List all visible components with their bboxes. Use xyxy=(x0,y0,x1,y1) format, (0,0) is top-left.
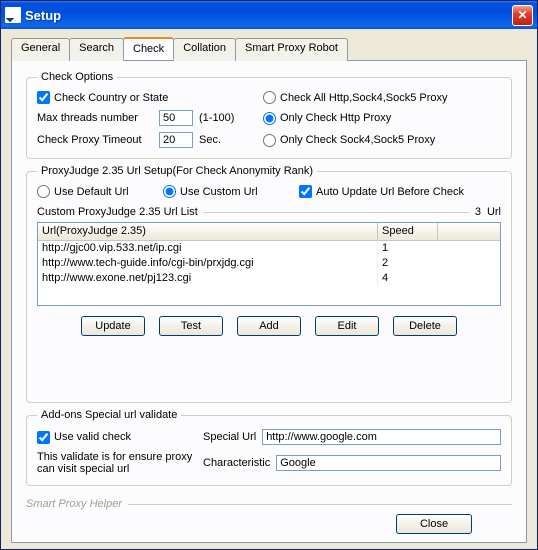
check-options-group: Check Options Check Country or State Che… xyxy=(26,71,512,159)
tab-search[interactable]: Search xyxy=(69,38,124,61)
url-button-row: Update Test Add Edit Delete xyxy=(37,316,501,336)
proxyjudge-group: ProxyJudge 2.35 Url Setup(For Check Anon… xyxy=(26,165,512,403)
check-country-input[interactable] xyxy=(37,91,50,104)
mode-http-input[interactable] xyxy=(263,112,276,125)
use-valid-label: Use valid check xyxy=(54,431,131,443)
timeout-unit: Sec. xyxy=(199,134,221,146)
add-button[interactable]: Add xyxy=(237,316,301,336)
cell-speed: 1 xyxy=(378,241,438,256)
url-listview[interactable]: Url(ProxyJudge 2.35) Speed http://gjc00.… xyxy=(37,222,501,306)
tab-general[interactable]: General xyxy=(11,38,70,61)
close-icon[interactable]: ✕ xyxy=(512,5,533,26)
use-default-input[interactable] xyxy=(37,185,50,198)
tab-check[interactable]: Check xyxy=(123,37,174,60)
client-area: General Search Check Collation Smart Pro… xyxy=(1,29,537,549)
cell-url: http://gjc00.vip.533.net/ip.cgi xyxy=(38,241,378,256)
tab-collation[interactable]: Collation xyxy=(173,38,236,61)
cell-url: http://www.exone.net/pj123.cgi xyxy=(38,271,378,286)
listview-header: Url(ProxyJudge 2.35) Speed xyxy=(38,223,500,241)
mode-all-label: Check All Http,Sock4,Sock5 Proxy xyxy=(280,92,448,104)
max-threads-range: (1-100) xyxy=(199,112,234,124)
window-title: Setup xyxy=(25,8,512,23)
app-icon xyxy=(5,7,21,23)
tab-bar: General Search Check Collation Smart Pro… xyxy=(11,37,527,60)
mode-http-radio[interactable]: Only Check Http Proxy xyxy=(263,112,391,125)
list-item[interactable]: http://www.tech-guide.info/cgi-bin/prxjd… xyxy=(38,256,500,271)
auto-update-checkbox[interactable]: Auto Update Url Before Check xyxy=(299,185,464,198)
use-custom-radio[interactable]: Use Custom Url xyxy=(163,185,293,198)
update-button[interactable]: Update xyxy=(81,316,145,336)
delete-button[interactable]: Delete xyxy=(393,316,457,336)
mode-sock-radio[interactable]: Only Check Sock4,Sock5 Proxy xyxy=(263,134,435,147)
use-default-label: Use Default Url xyxy=(54,186,129,198)
titlebar: Setup ✕ xyxy=(1,1,537,29)
addons-group: Add-ons Special url validate Use valid c… xyxy=(26,409,512,486)
footer-helper: Smart Proxy Helper xyxy=(26,498,122,510)
check-country-checkbox[interactable]: Check Country or State xyxy=(37,91,168,104)
check-options-legend: Check Options xyxy=(37,71,117,83)
divider xyxy=(128,504,512,505)
proxyjudge-legend: ProxyJudge 2.35 Url Setup(For Check Anon… xyxy=(37,165,317,177)
mode-sock-label: Only Check Sock4,Sock5 Proxy xyxy=(280,134,435,146)
use-valid-checkbox[interactable]: Use valid check xyxy=(37,431,197,444)
cell-speed: 2 xyxy=(378,256,438,271)
mode-all-radio[interactable]: Check All Http,Sock4,Sock5 Proxy xyxy=(263,91,448,104)
col-url[interactable]: Url(ProxyJudge 2.35) xyxy=(38,223,378,240)
mode-sock-input[interactable] xyxy=(263,134,276,147)
col-speed[interactable]: Speed xyxy=(378,223,438,240)
close-button[interactable]: Close xyxy=(396,514,472,534)
addons-note: This validate is for ensure proxy can vi… xyxy=(37,451,197,475)
special-url-input[interactable] xyxy=(262,429,501,445)
auto-update-label: Auto Update Url Before Check xyxy=(316,186,464,198)
check-country-label: Check Country or State xyxy=(54,92,168,104)
cell-speed: 4 xyxy=(378,271,438,286)
cell-url: http://www.tech-guide.info/cgi-bin/prxjd… xyxy=(38,256,378,271)
special-url-label: Special Url xyxy=(203,431,256,443)
mode-http-label: Only Check Http Proxy xyxy=(280,112,391,124)
characteristic-input[interactable] xyxy=(276,455,501,471)
use-custom-input[interactable] xyxy=(163,185,176,198)
characteristic-label: Characteristic xyxy=(203,457,270,469)
list-item[interactable]: http://www.exone.net/pj123.cgi 4 xyxy=(38,271,500,286)
use-default-radio[interactable]: Use Default Url xyxy=(37,185,157,198)
test-button[interactable]: Test xyxy=(159,316,223,336)
timeout-input[interactable] xyxy=(159,132,193,148)
list-item[interactable]: http://gjc00.vip.533.net/ip.cgi 1 xyxy=(38,241,500,256)
col-spare xyxy=(438,223,500,240)
timeout-label: Check Proxy Timeout xyxy=(37,134,153,146)
divider xyxy=(204,212,469,213)
edit-button[interactable]: Edit xyxy=(315,316,379,336)
url-count: 3 xyxy=(475,206,481,218)
addons-legend: Add-ons Special url validate xyxy=(37,409,181,421)
footer: Smart Proxy Helper Close xyxy=(26,492,512,534)
use-custom-label: Use Custom Url xyxy=(180,186,258,198)
tab-smart-proxy-robot[interactable]: Smart Proxy Robot xyxy=(235,38,348,61)
tab-panel-check: Check Options Check Country or State Che… xyxy=(11,60,527,543)
url-list-label: Custom ProxyJudge 2.35 Url List xyxy=(37,206,198,218)
setup-window: Setup ✕ General Search Check Collation S… xyxy=(0,0,538,550)
max-threads-label: Max threads number xyxy=(37,112,153,124)
use-valid-input[interactable] xyxy=(37,431,50,444)
url-count-unit: Url xyxy=(487,206,501,218)
mode-all-input[interactable] xyxy=(263,91,276,104)
auto-update-input[interactable] xyxy=(299,185,312,198)
max-threads-input[interactable] xyxy=(159,110,193,126)
